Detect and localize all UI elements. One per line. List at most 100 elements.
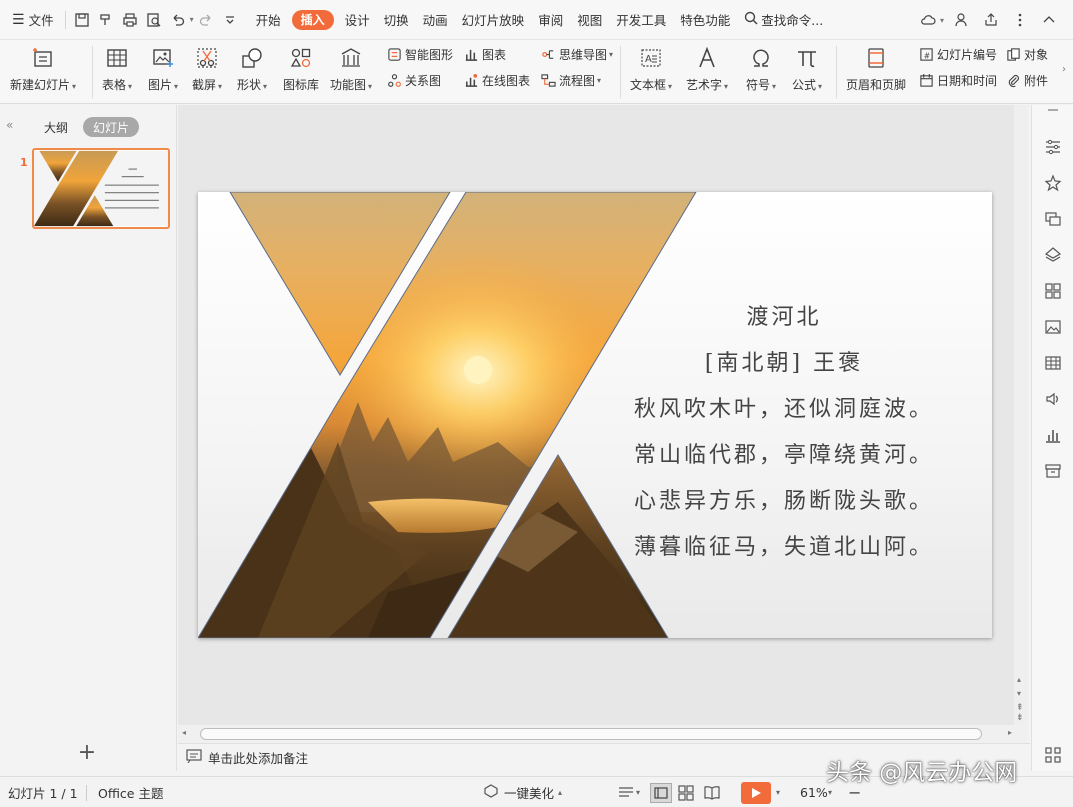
tab-animations[interactable]: 动画 bbox=[416, 0, 455, 40]
normal-view-icon[interactable] bbox=[650, 777, 672, 807]
scroll-left-icon[interactable]: ◂ bbox=[182, 728, 186, 737]
mindmap-label: 思维导图 bbox=[559, 48, 608, 62]
archive-icon[interactable] bbox=[1043, 461, 1063, 481]
wordart-button[interactable]: 艺术字 ▾ bbox=[686, 44, 728, 93]
notes-toggle-icon[interactable]: ▾ bbox=[618, 777, 640, 807]
undo-dropdown-icon[interactable]: ▾ bbox=[190, 15, 194, 24]
date-time-button[interactable]: 日期和时间 bbox=[918, 72, 997, 89]
image-icon[interactable] bbox=[1043, 317, 1063, 337]
textbox-button[interactable]: A 文本框 ▾ bbox=[630, 44, 672, 93]
cloud-dropdown-icon[interactable]: ▾ bbox=[940, 16, 944, 25]
scroll-down-icon[interactable]: ▾ bbox=[1017, 689, 1021, 698]
audio-icon[interactable] bbox=[1043, 389, 1063, 409]
page-down-icon[interactable]: ⇟ bbox=[1016, 713, 1024, 723]
ribbon-scroll-right-icon[interactable]: › bbox=[1062, 64, 1066, 75]
properties-icon[interactable] bbox=[1043, 137, 1063, 157]
tab-transitions-label: 切换 bbox=[383, 13, 409, 28]
page-up-icon[interactable]: ⇞ bbox=[1016, 703, 1024, 713]
reading-view-icon[interactable] bbox=[704, 777, 720, 807]
poem-line-3: 心悲异方乐，肠断陇头歌。 bbox=[633, 489, 934, 514]
grid-layout-icon[interactable] bbox=[1043, 281, 1063, 301]
tab-view[interactable]: 视图 bbox=[570, 0, 609, 40]
scroll-up-icon[interactable]: ▴ bbox=[1017, 675, 1021, 684]
ribbon-insert: 新建幻灯片 ▾ 表格 ▾ 图片 ▾ 截屏 ▾ 形状 ▾ 图标库 功能图 ▾ 智能图形 图表 … bbox=[0, 40, 1073, 104]
table-button[interactable]: 表格 ▾ bbox=[102, 44, 132, 93]
function-chart-button[interactable]: 功能图 ▾ bbox=[330, 44, 372, 93]
screenshot-button[interactable]: 截屏 ▾ bbox=[192, 44, 222, 93]
tab-review[interactable]: 审阅 bbox=[531, 0, 570, 40]
tab-slideshow[interactable]: 幻灯片放映 bbox=[455, 0, 532, 40]
formula-label: 公式 bbox=[792, 78, 817, 92]
print-icon[interactable] bbox=[121, 11, 139, 29]
attachment-button[interactable]: 附件 bbox=[1005, 72, 1048, 89]
tab-developer-label: 开发工具 bbox=[616, 13, 667, 28]
online-chart-button[interactable]: 在线图表 bbox=[463, 72, 530, 89]
customize-toolbar-icon[interactable] bbox=[221, 11, 239, 29]
pi-icon bbox=[793, 44, 821, 72]
formula-button[interactable]: 公式 ▾ bbox=[792, 44, 822, 93]
smart-graphic-button[interactable]: 智能图形 bbox=[386, 46, 453, 63]
slide-sorter-icon[interactable] bbox=[678, 777, 694, 807]
slide-number-button[interactable]: # 幻灯片编号 bbox=[918, 46, 997, 63]
watermark: 头条 @风云办公网 bbox=[826, 760, 1018, 786]
shape-button[interactable]: 形状 ▾ bbox=[237, 44, 267, 93]
cloud-sync-icon[interactable] bbox=[919, 11, 937, 29]
slide-thumbnail[interactable] bbox=[32, 148, 170, 229]
tab-outline[interactable]: 大纲 bbox=[34, 117, 78, 137]
notes-placeholder: 单击此处添加备注 bbox=[208, 751, 309, 766]
divider bbox=[836, 46, 837, 98]
redo-icon[interactable] bbox=[197, 11, 215, 29]
tab-home[interactable]: 开始 bbox=[249, 0, 288, 40]
transition-icon[interactable] bbox=[1043, 209, 1063, 229]
new-slide-button[interactable]: 新建幻灯片 ▾ bbox=[10, 44, 76, 93]
undo-icon[interactable] bbox=[169, 11, 187, 29]
collaborate-icon[interactable] bbox=[953, 11, 971, 29]
command-search[interactable]: 查找命令... bbox=[737, 0, 830, 40]
object-button[interactable]: 对象 bbox=[1005, 46, 1048, 63]
horizontal-scrollbar[interactable]: ◂ ▸ bbox=[178, 725, 1028, 743]
tab-developer[interactable]: 开发工具 bbox=[609, 0, 673, 40]
icon-library-button[interactable]: 图标库 bbox=[283, 44, 319, 93]
beautify-label: 一键美化 bbox=[504, 786, 555, 801]
collapse-panel-icon[interactable]: « bbox=[6, 118, 13, 132]
collapse-ribbon-icon[interactable] bbox=[1040, 11, 1058, 29]
tab-transitions[interactable]: 切换 bbox=[377, 0, 416, 40]
save-icon[interactable] bbox=[73, 11, 91, 29]
table-icon bbox=[103, 44, 131, 72]
chart-button[interactable]: 图表 bbox=[463, 46, 506, 63]
format-painter-icon[interactable] bbox=[97, 11, 115, 29]
play-slideshow-button[interactable]: ▾ bbox=[741, 777, 780, 807]
zoom-level[interactable]: 61% bbox=[800, 777, 828, 807]
more-icon[interactable] bbox=[1011, 11, 1029, 29]
share-icon[interactable] bbox=[982, 11, 1000, 29]
beautify-button[interactable]: 一键美化 ▴ bbox=[484, 777, 562, 807]
tab-design-label: 设计 bbox=[344, 13, 370, 28]
header-footer-button[interactable]: 页眉和页脚 bbox=[846, 44, 906, 93]
add-slide-button[interactable]: + bbox=[77, 742, 97, 764]
animation-star-icon[interactable] bbox=[1043, 173, 1063, 193]
search-icon bbox=[744, 11, 758, 28]
tab-features[interactable]: 特色功能 bbox=[673, 0, 737, 40]
tab-design[interactable]: 设计 bbox=[338, 0, 377, 40]
layers-icon[interactable] bbox=[1043, 245, 1063, 265]
relation-chart-button[interactable]: 关系图 bbox=[386, 72, 441, 89]
theme-name[interactable]: Office 主题 bbox=[98, 777, 163, 807]
tab-insert[interactable]: 插入 bbox=[291, 9, 334, 30]
tab-slides[interactable]: 幻灯片 bbox=[83, 117, 140, 137]
poem-textbox[interactable]: 渡河北 [南北朝] 王褒 秋风吹木叶，还似洞庭波。 常山临代郡，亭障绕黄河。 心… bbox=[593, 295, 975, 571]
symbol-button[interactable]: 符号 ▾ bbox=[746, 44, 776, 93]
flowchart-button[interactable]: 流程图 ▾ bbox=[540, 72, 601, 89]
apps-grid-icon[interactable] bbox=[1043, 745, 1063, 765]
table-icon[interactable] bbox=[1043, 353, 1063, 373]
vertical-scrollbar[interactable]: ▴ ▾ ⇞ ⇟ bbox=[1014, 105, 1028, 725]
file-menu[interactable]: ☰ 文件 bbox=[0, 0, 61, 40]
picture-button[interactable]: 图片 ▾ bbox=[148, 44, 178, 93]
scroll-thumb[interactable] bbox=[200, 728, 982, 740]
notes-icon bbox=[186, 749, 202, 766]
scroll-right-icon[interactable]: ▸ bbox=[1008, 728, 1012, 737]
new-slide-label: 新建幻灯片 bbox=[10, 78, 71, 92]
chart-icon[interactable] bbox=[1043, 425, 1063, 445]
mindmap-button[interactable]: 思维导图 ▾ bbox=[540, 46, 613, 63]
print-preview-icon[interactable] bbox=[145, 11, 163, 29]
slide-canvas[interactable]: 渡河北 [南北朝] 王褒 秋风吹木叶，还似洞庭波。 常山临代郡，亭障绕黄河。 心… bbox=[198, 192, 992, 638]
